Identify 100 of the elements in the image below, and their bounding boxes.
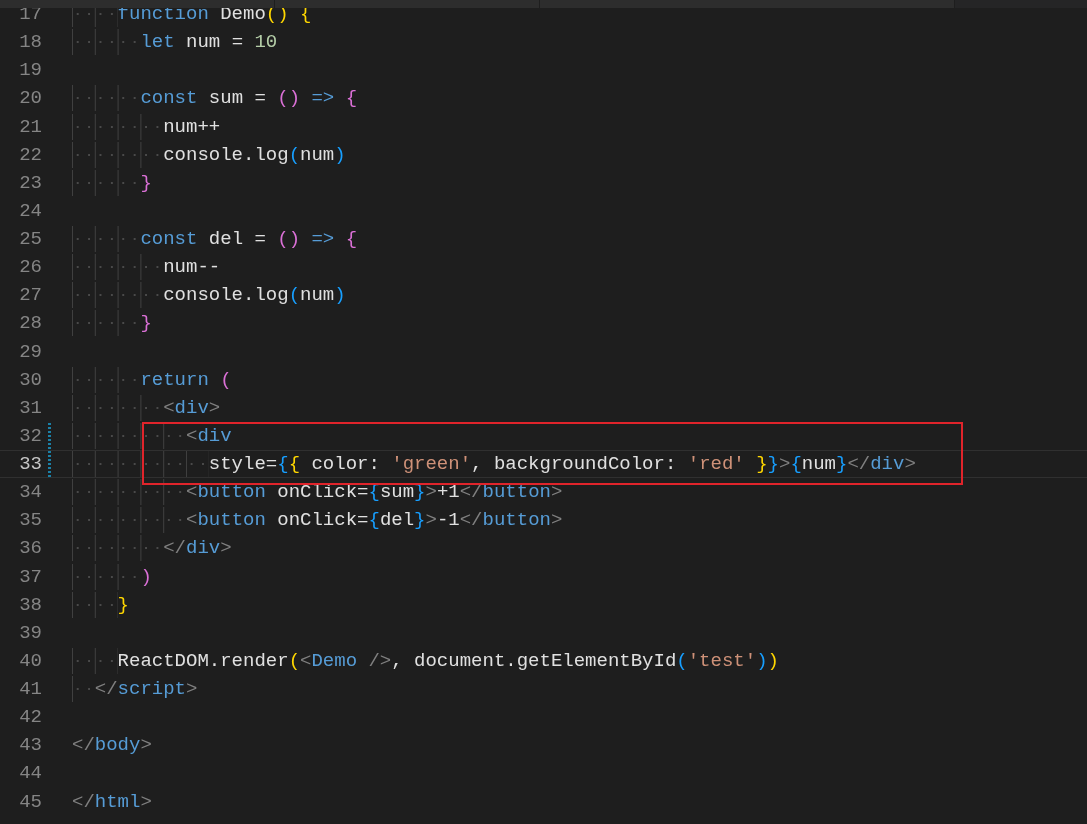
- code-text: style=: [208, 453, 278, 475]
- tag-name: script: [117, 678, 187, 700]
- code-text: sum =: [207, 87, 267, 110]
- line-number: 29: [18, 339, 42, 365]
- line-number: 31: [18, 395, 42, 421]
- tag-bracket: >: [904, 453, 916, 475]
- tag-bracket: <: [186, 481, 198, 504]
- bracket: }: [767, 453, 779, 475]
- line-number: 33: [18, 452, 42, 477]
- line-number: 25: [18, 227, 42, 252]
- line-number: 44: [18, 761, 42, 787]
- bracket: {: [368, 509, 380, 532]
- code-text: color:: [310, 453, 381, 475]
- string-literal: 'red': [687, 453, 745, 475]
- bracket: ): [334, 284, 346, 307]
- bracket: }: [117, 593, 129, 616]
- line-number: 28: [18, 311, 42, 337]
- tag-bracket: <: [186, 424, 198, 447]
- bracket: }: [414, 509, 426, 532]
- tag-bracket: </: [459, 481, 483, 504]
- keyword: const: [140, 228, 198, 250]
- bracket: ): [767, 649, 779, 672]
- code-text: Demo: [219, 3, 266, 25]
- tag-bracket: >: [220, 537, 232, 560]
- tag-name: html: [94, 790, 141, 813]
- bracket: ): [756, 649, 768, 672]
- code-text: , document.getElementById: [391, 649, 677, 672]
- bracket: {: [344, 87, 358, 110]
- bracket: {: [277, 453, 289, 475]
- tag-bracket: <: [186, 509, 198, 532]
- tag-name: div: [197, 424, 232, 447]
- line-number: 19: [18, 58, 42, 84]
- tag-bracket: </: [94, 678, 118, 700]
- line-number: 20: [18, 86, 42, 112]
- code-text: ReactDOM.render: [117, 649, 289, 672]
- tag-bracket: >: [140, 790, 152, 813]
- line-number: 41: [18, 677, 42, 702]
- bracket: (: [219, 368, 232, 391]
- code-text: del =: [207, 228, 267, 250]
- code-text: , backgroundColor:: [471, 453, 678, 475]
- bracket: ): [334, 143, 346, 166]
- keyword: =>: [310, 228, 335, 250]
- tag-name: div: [174, 396, 209, 419]
- tag-bracket: </: [72, 790, 95, 813]
- tag-name: button: [482, 509, 551, 532]
- keyword: return: [140, 368, 209, 391]
- code-text: -1: [436, 509, 460, 532]
- line-number: 35: [18, 508, 42, 534]
- tag-bracket: >: [425, 481, 437, 504]
- line-number: 36: [18, 536, 42, 562]
- tag-name: div: [870, 453, 905, 475]
- line-number: 18: [18, 30, 42, 56]
- line-number: 37: [18, 564, 42, 590]
- string-literal: 'test': [687, 649, 757, 672]
- code-text: onClick=: [276, 481, 369, 504]
- code-text: num: [300, 284, 335, 307]
- line-number: 39: [18, 620, 42, 646]
- tag-bracket: >: [425, 509, 437, 532]
- code-text: onClick=: [276, 509, 369, 532]
- tag-bracket: >: [140, 734, 152, 757]
- bracket: {: [790, 453, 802, 475]
- keyword: const: [140, 87, 198, 110]
- tag-bracket: </: [847, 453, 871, 475]
- string-literal: 'green': [391, 453, 472, 475]
- line-number: 42: [18, 705, 42, 731]
- bracket: (: [676, 649, 688, 672]
- keyword: =>: [310, 87, 335, 110]
- code-text: console.log: [163, 143, 289, 166]
- bracket: (): [277, 228, 301, 250]
- tag-bracket: >: [550, 509, 563, 532]
- code-text: num =: [185, 31, 245, 54]
- code-text: num: [300, 143, 335, 166]
- keyword: function: [117, 3, 209, 25]
- bracket: }: [755, 453, 768, 475]
- tag-name: div: [186, 537, 221, 560]
- line-number: 23: [18, 170, 42, 196]
- bracket: {: [288, 453, 301, 475]
- line-number: 32: [18, 423, 42, 449]
- line-number: 40: [18, 648, 42, 674]
- line-number: 38: [18, 592, 42, 618]
- bracket: (): [277, 87, 301, 110]
- bracket: }: [836, 453, 848, 475]
- line-number: 22: [18, 142, 42, 168]
- tag-name: body: [94, 734, 141, 757]
- bracket: ): [140, 565, 152, 588]
- bracket: (: [288, 284, 301, 307]
- bracket: (: [288, 649, 301, 672]
- code-text: num: [801, 453, 836, 475]
- line-number: 34: [18, 480, 42, 506]
- tag-bracket: </: [72, 734, 95, 757]
- keyword: let: [140, 31, 175, 54]
- tag-bracket: >: [778, 453, 791, 475]
- code-text: sum: [379, 481, 415, 504]
- code-text: +1: [436, 481, 460, 504]
- tag-bracket: >: [186, 678, 198, 700]
- code-text: num--: [163, 256, 221, 279]
- tag-bracket: <: [300, 649, 312, 672]
- tag-bracket: />: [367, 649, 392, 672]
- line-number: 24: [18, 198, 42, 224]
- number-literal: 10: [254, 31, 278, 54]
